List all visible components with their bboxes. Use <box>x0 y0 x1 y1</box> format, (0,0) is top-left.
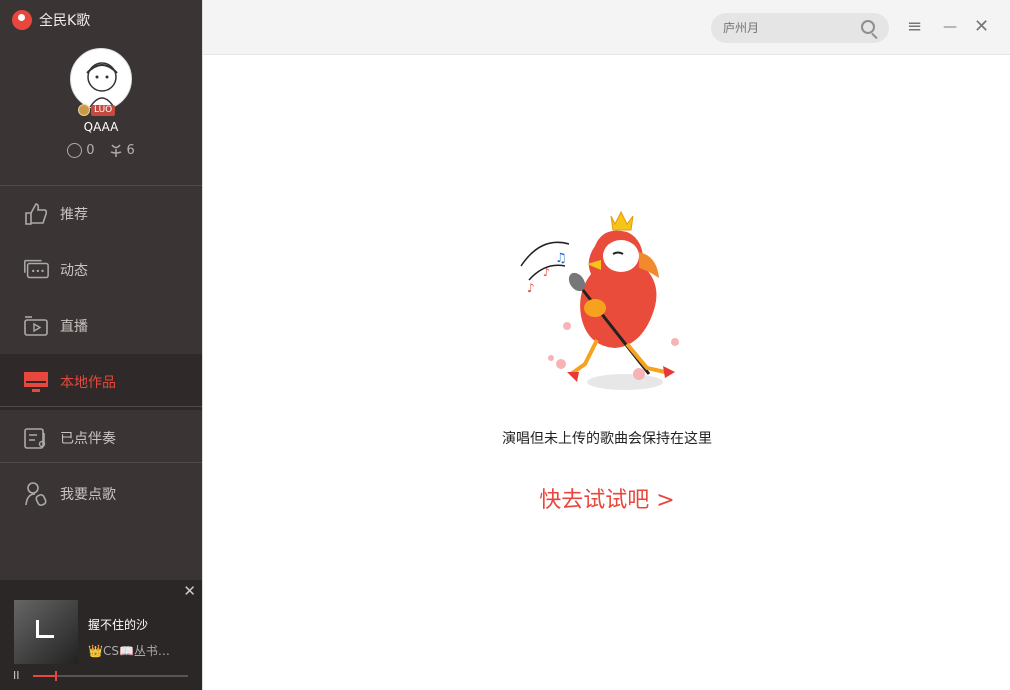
app-title: 全民K歌 <box>39 13 91 29</box>
thumbs-up-icon <box>22 200 50 228</box>
profile: LUO QAAA 0 6 <box>0 48 202 158</box>
progress-knob[interactable] <box>54 671 57 681</box>
close-button[interactable]: ✕ <box>974 15 989 39</box>
progress-fill <box>33 675 55 677</box>
coin-count: 0 <box>86 143 95 158</box>
app-logo-icon <box>12 10 32 30</box>
try-now-link[interactable]: 快去试试吧 > <box>203 482 1010 514</box>
sidebar-item-recommend[interactable]: 推荐 <box>0 186 202 242</box>
search-input[interactable] <box>723 21 853 35</box>
singing-bird-illustration: ♪ ♫ ♪ <box>520 210 679 390</box>
sidebar: 全民K歌 LUO QAAA 0 6 推荐 动态 直播 本地作品 已点伴奏 我要点… <box>0 0 202 690</box>
album-cover[interactable] <box>14 600 78 664</box>
search-box[interactable] <box>711 13 889 43</box>
video-icon <box>22 312 50 340</box>
divider <box>0 462 202 463</box>
player-close-button[interactable]: ✕ <box>183 582 196 600</box>
avatar-drawing-icon <box>86 62 118 109</box>
svg-text:♫: ♫ <box>555 251 567 266</box>
sidebar-nav: 推荐 动态 直播 本地作品 已点伴奏 我要点歌 <box>0 186 202 522</box>
sidebar-item-label: 我要点歌 <box>60 487 116 503</box>
flower-count: 6 <box>126 143 135 158</box>
sidebar-item-live[interactable]: 直播 <box>0 298 202 354</box>
song-artist[interactable]: 👑CS📖丛书… <box>88 642 198 659</box>
sidebar-item-feed[interactable]: 动态 <box>0 242 202 298</box>
divider <box>0 406 202 407</box>
level-badge-text: LUO <box>91 104 116 116</box>
username[interactable]: QAAA <box>0 120 202 134</box>
coin-stat[interactable]: 0 <box>67 143 95 158</box>
search-icon[interactable] <box>861 20 875 34</box>
level-badge: LUO <box>78 104 116 116</box>
sidebar-item-label: 本地作品 <box>60 375 116 391</box>
avatar[interactable] <box>70 48 132 110</box>
menu-button[interactable]: ≡ <box>907 15 922 39</box>
sidebar-item-label: 推荐 <box>60 207 88 223</box>
level-coin-icon <box>78 104 90 116</box>
svg-text:♪: ♪ <box>543 266 550 279</box>
sidebar-item-request-song[interactable]: 我要点歌 <box>0 466 202 522</box>
music-list-icon <box>22 424 50 452</box>
progress-bar[interactable] <box>33 671 188 681</box>
cover-mark <box>36 620 54 638</box>
mini-player: ✕ 握不住的沙 👑CS📖丛书… II <box>0 580 202 690</box>
chat-bubble-icon <box>22 256 50 284</box>
pause-button[interactable]: II <box>13 669 20 682</box>
k-coin-icon <box>67 143 83 158</box>
empty-state-message: 演唱但未上传的歌曲会保持在这里 <box>502 431 712 447</box>
app-header: 全民K歌 <box>12 10 90 30</box>
svg-text:♪: ♪ <box>527 281 535 295</box>
sidebar-item-label: 动态 <box>60 263 88 279</box>
profile-stats: 0 6 <box>0 143 202 158</box>
monitor-icon <box>22 368 50 396</box>
main-panel: ≡ — ✕ ♪ ♫ ♪ <box>202 0 1010 690</box>
sidebar-item-local-works[interactable]: 本地作品 <box>0 354 202 410</box>
title-bar: ≡ — ✕ <box>203 0 1010 55</box>
flower-stat[interactable]: 6 <box>109 143 135 158</box>
user-mic-icon <box>22 480 50 508</box>
sidebar-item-requested-accompaniment[interactable]: 已点伴奏 <box>0 410 202 466</box>
song-title[interactable]: 握不住的沙 <box>88 616 148 633</box>
local-works-content: ♪ ♫ ♪ 演唱但未上传的歌曲会保持在这里 快去试试吧 > <box>203 56 1010 690</box>
sidebar-item-label: 直播 <box>60 319 88 335</box>
flower-icon <box>110 144 121 157</box>
sidebar-item-label: 已点伴奏 <box>60 431 116 447</box>
minimize-button[interactable]: — <box>943 15 957 39</box>
